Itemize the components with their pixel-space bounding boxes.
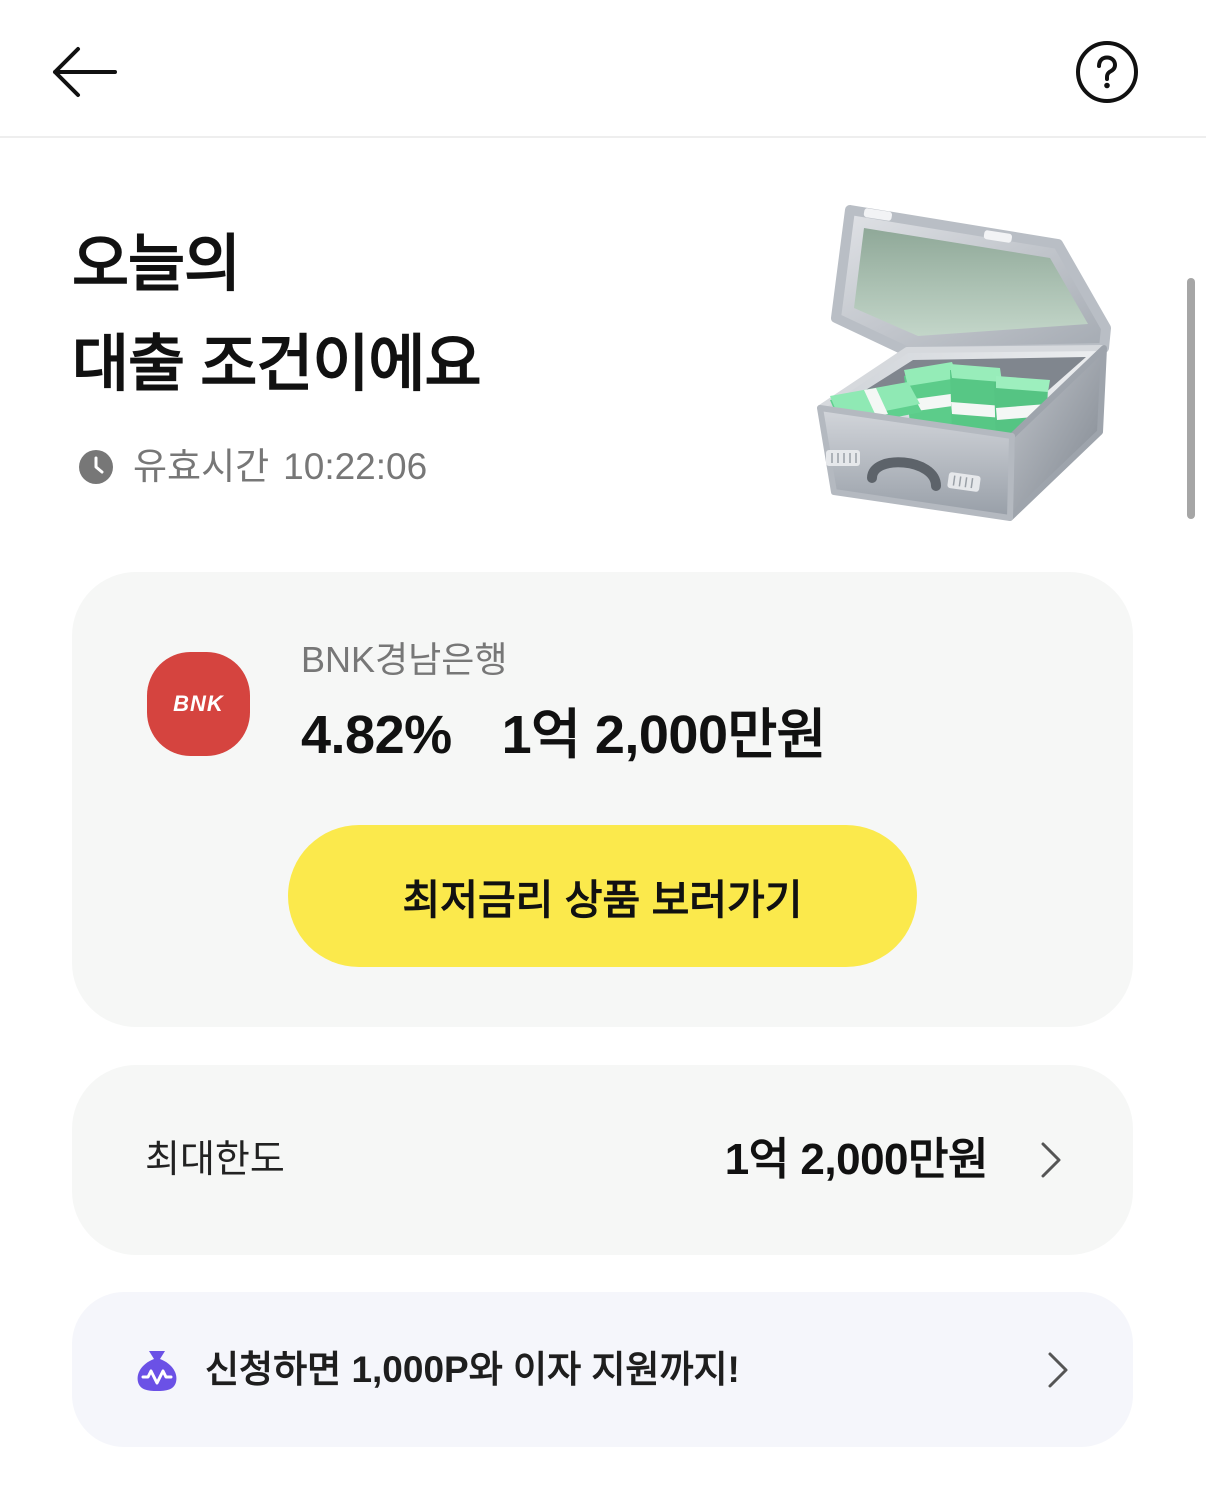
interest-rate: 4.82% bbox=[301, 705, 452, 765]
max-limit-value: 1억 2,000만원 bbox=[724, 1135, 989, 1184]
page-title-line-2: 대출 조건이에요 bbox=[72, 330, 482, 399]
briefcase-lid bbox=[831, 205, 1111, 357]
bank-name: BNK경남은행 bbox=[301, 639, 508, 680]
help-button[interactable] bbox=[1074, 39, 1140, 105]
promo-text: 신청하면 1,000P와 이자 지원까지! bbox=[205, 1349, 740, 1390]
arrow-left-icon[interactable] bbox=[48, 40, 120, 104]
validity-label: 유효시간 bbox=[133, 446, 270, 487]
max-limit-row[interactable]: 최대한도 1억 2,000만원 bbox=[72, 1065, 1133, 1255]
loan-amount: 1억 2,000만원 bbox=[501, 705, 827, 765]
back-button[interactable] bbox=[48, 40, 120, 104]
page-title: 오늘의 대출 조건이에요 bbox=[72, 215, 482, 415]
promo-banner[interactable]: 신청하면 1,000P와 이자 지원까지! bbox=[72, 1292, 1133, 1447]
loan-offer-card: BNK BNK경남은행 4.82% 1억 2,000만원 최저금리 상품 보러가기 bbox=[72, 572, 1133, 1027]
validity-timer: 유효시간 10:22:06 bbox=[78, 445, 427, 489]
offer-summary: 4.82% 1억 2,000만원 bbox=[301, 703, 826, 767]
max-limit-label: 최대한도 bbox=[145, 1139, 285, 1181]
clock-icon bbox=[79, 450, 113, 484]
validity-time: 10:22:06 bbox=[283, 446, 428, 487]
chevron-right-icon bbox=[1048, 1352, 1068, 1388]
bank-logo-text: BNK bbox=[173, 691, 224, 716]
view-lowest-rate-button[interactable]: 최저금리 상품 보러가기 bbox=[288, 825, 917, 967]
page-title-line-1: 오늘의 bbox=[72, 230, 241, 299]
bnk-logo-icon: BNK bbox=[147, 652, 250, 756]
briefcase-money-illustration bbox=[817, 205, 1111, 521]
money-bag-icon bbox=[137, 1351, 177, 1391]
scrollbar-thumb[interactable] bbox=[1187, 278, 1195, 519]
question-circle-icon[interactable] bbox=[1074, 39, 1140, 105]
header-divider bbox=[0, 136, 1206, 138]
chevron-right-icon bbox=[1041, 1142, 1061, 1178]
